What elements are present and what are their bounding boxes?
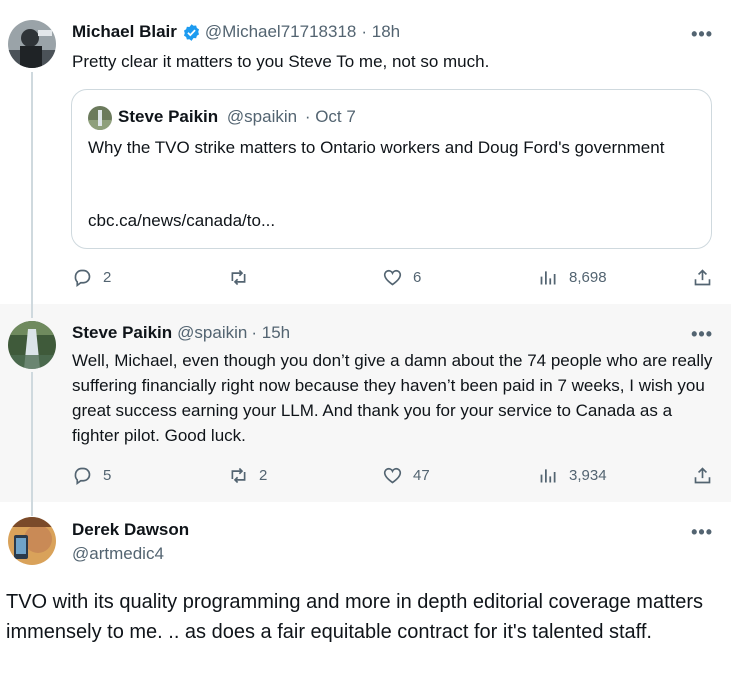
like-count: 47 — [413, 467, 430, 484]
quote-text: Why the TVO strike matters to Ontario wo… — [88, 138, 665, 157]
quote-handle: @spaikin — [226, 107, 298, 126]
reply-button[interactable]: 5 — [72, 465, 111, 486]
views-chart-icon — [540, 271, 556, 285]
thread-line — [31, 502, 33, 516]
retweet-count: 2 — [259, 467, 268, 484]
views-count: 8,698 — [569, 269, 607, 286]
handle[interactable]: @artmedic4 — [72, 544, 189, 564]
quote-header: Steve Paikin @spaikin · Oct 7 — [118, 107, 356, 127]
tweet-header: Steve Paikin @spaikin · 15h — [72, 323, 290, 343]
quote-timestamp: · Oct 7 — [304, 107, 356, 126]
handle[interactable]: @spaikin — [177, 323, 247, 343]
retweet-button[interactable]: 2 — [228, 465, 267, 486]
display-name[interactable]: Derek Dawson — [72, 520, 189, 540]
like-button[interactable]: 6 — [382, 267, 421, 288]
like-button[interactable]: 47 — [382, 465, 430, 486]
reply-icon — [74, 269, 91, 288]
share-button[interactable] — [692, 465, 713, 486]
reply-count: 5 — [103, 467, 112, 484]
quoted-tweet[interactable]: Steve Paikin @spaikin · Oct 7 Why the TV… — [71, 89, 712, 249]
heart-icon — [383, 269, 402, 286]
thread-line — [31, 304, 33, 318]
retweet-icon — [231, 467, 246, 484]
action-bar: 5 2 47 3,934 — [72, 465, 722, 489]
display-name[interactable]: Steve Paikin — [72, 323, 172, 343]
timestamp[interactable]: · 15h — [251, 323, 290, 343]
more-dots-icon[interactable]: ••• — [691, 24, 713, 45]
timestamp[interactable]: · 18h — [361, 22, 400, 42]
quote-display-name: Steve Paikin — [118, 107, 219, 126]
tweet-steve-paikin[interactable]: Steve Paikin @spaikin · 15h ••• Well, Mi… — [0, 304, 731, 502]
quote-link[interactable]: cbc.ca/news/canada/to... — [88, 211, 275, 231]
share-icon — [694, 269, 711, 286]
tweet-derek-dawson[interactable]: Derek Dawson @artmedic4 ••• TVO with its… — [0, 502, 731, 679]
display-name[interactable]: Michael Blair — [72, 22, 177, 42]
share-icon — [694, 467, 711, 484]
avatar — [88, 106, 112, 130]
views-chart-icon — [540, 469, 556, 483]
thread-line — [31, 72, 33, 304]
handle[interactable]: @Michael71718318 — [205, 22, 356, 42]
more-dots-icon[interactable]: ••• — [691, 324, 713, 345]
avatar[interactable] — [8, 321, 56, 369]
reply-count: 2 — [103, 269, 112, 286]
reply-button[interactable]: 2 — [72, 267, 111, 288]
heart-icon — [383, 467, 402, 484]
like-count: 6 — [413, 269, 422, 286]
action-bar: 2 6 8,698 — [72, 267, 722, 291]
tweet-michael-blair[interactable]: Michael Blair @Michael71718318 · 18h •••… — [0, 0, 731, 304]
retweet-icon — [231, 269, 246, 286]
reply-icon — [74, 467, 91, 486]
tweet-text: TVO with its quality programming and mor… — [6, 591, 703, 643]
more-dots-icon[interactable]: ••• — [691, 522, 713, 543]
views-count: 3,934 — [569, 467, 607, 484]
thread-line — [31, 372, 33, 502]
avatar[interactable] — [8, 517, 56, 565]
verified-badge-icon — [183, 23, 199, 41]
tweet-text: Pretty clear it matters to you Steve To … — [72, 52, 490, 71]
share-button[interactable] — [692, 267, 713, 288]
avatar[interactable] — [8, 20, 56, 68]
retweet-button[interactable] — [228, 267, 259, 288]
views-button[interactable]: 3,934 — [538, 465, 607, 486]
views-button[interactable]: 8,698 — [538, 267, 607, 288]
tweet-text: Well, Michael, even though you don’t giv… — [72, 351, 713, 445]
tweet-header: Michael Blair @Michael71718318 · 18h — [72, 22, 400, 42]
tweet-header: Derek Dawson @artmedic4 — [72, 520, 189, 564]
